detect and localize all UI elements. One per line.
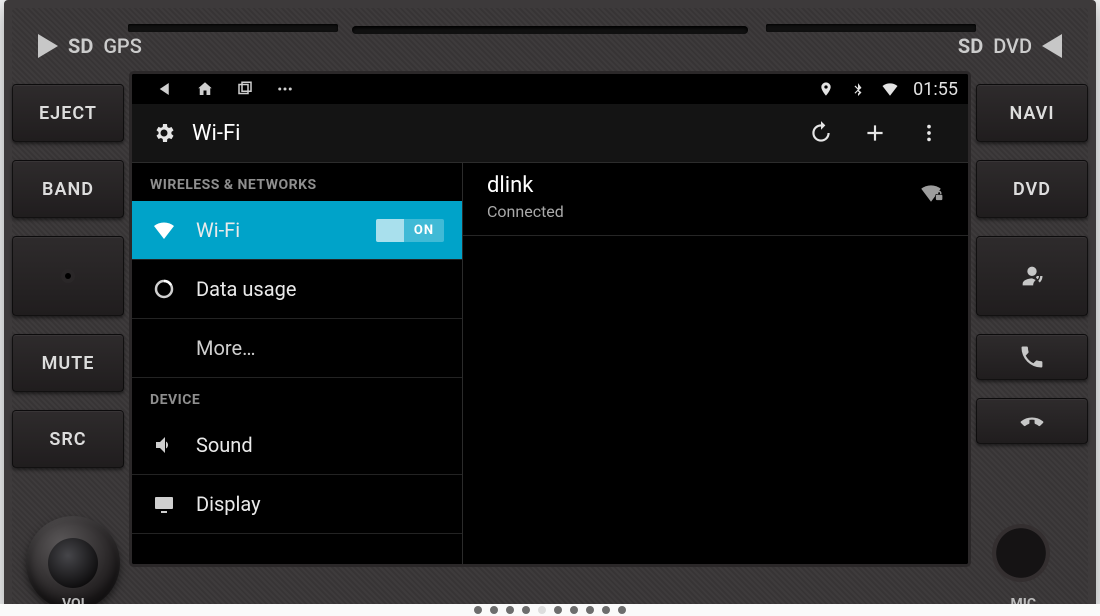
wifi-status-icon (881, 80, 899, 98)
wps-button[interactable] (802, 114, 840, 152)
phone-hangup-icon (1018, 407, 1046, 435)
settings-list-pane[interactable]: WIRELESS & NETWORKS Wi-Fi ON Data usage (132, 163, 463, 564)
android-screen: 01:55 Wi-Fi (132, 74, 968, 564)
overflow-menu-button[interactable] (910, 114, 948, 152)
left-button-column: EJECT BAND MUTE SRC (12, 84, 124, 468)
wifi-secure-icon (918, 179, 944, 205)
phone-pickup-icon (1018, 343, 1046, 371)
wifi-icon (150, 216, 178, 244)
network-status: Connected (487, 202, 944, 221)
sd-gps-label: SD GPS (38, 34, 142, 58)
phone-hangup-button[interactable] (976, 398, 1088, 444)
wifi-networks-pane[interactable]: dlink Connected (463, 163, 968, 564)
setting-row-wifi[interactable]: Wi-Fi ON (132, 201, 462, 260)
dvd-button[interactable]: DVD (976, 160, 1088, 218)
setting-label: Data usage (196, 277, 296, 301)
eject-button[interactable]: EJECT (12, 84, 124, 142)
menu-softkey[interactable] (276, 80, 294, 98)
network-ssid: dlink (487, 173, 944, 198)
disc-slot[interactable] (352, 26, 748, 34)
back-softkey[interactable] (156, 80, 174, 98)
network-row-dlink[interactable]: dlink Connected (463, 163, 968, 246)
head-unit: SD GPS SD DVD EJECT BAND MUTE SRC NAVI (4, 0, 1096, 616)
setting-label: Display (196, 492, 261, 516)
action-bar-title: Wi-Fi (192, 121, 240, 146)
reset-button[interactable] (12, 236, 124, 316)
wifi-toggle[interactable]: ON (376, 219, 444, 242)
sd-dvd-label: SD DVD (958, 34, 1062, 58)
setting-row-data-usage[interactable]: Data usage (132, 260, 462, 319)
setting-row-sound[interactable]: Sound (132, 416, 462, 475)
setting-label: Sound (196, 433, 253, 457)
recents-softkey[interactable] (236, 80, 254, 98)
section-wireless-header: WIRELESS & NETWORKS (132, 163, 462, 201)
home-softkey[interactable] (196, 80, 214, 98)
setting-row-more[interactable]: More… (132, 319, 462, 378)
data-usage-icon (150, 275, 178, 303)
voice-person-icon (1018, 262, 1046, 290)
add-network-button[interactable] (856, 114, 894, 152)
status-bar: 01:55 (132, 74, 968, 104)
phone-pickup-button[interactable] (976, 334, 1088, 380)
sd-arrow-icon (38, 34, 58, 58)
setting-label: More… (196, 336, 255, 360)
location-status-icon (817, 80, 835, 98)
navi-button[interactable]: NAVI (976, 84, 1088, 142)
right-button-column: NAVI DVD (976, 84, 1088, 444)
microphone-grill (992, 524, 1050, 582)
setting-row-display[interactable]: Display (132, 475, 462, 534)
top-strip: SD GPS SD DVD (32, 14, 1068, 68)
band-button[interactable]: BAND (12, 160, 124, 218)
setting-label: Wi-Fi (196, 218, 240, 242)
settings-gear-icon (152, 121, 176, 145)
sound-icon (150, 431, 178, 459)
sd-slot-left[interactable] (128, 24, 338, 32)
display-icon (150, 490, 178, 518)
sd-arrow-icon (1042, 34, 1062, 58)
bluetooth-status-icon (849, 80, 867, 98)
mute-button[interactable]: MUTE (12, 334, 124, 392)
src-button[interactable]: SRC (12, 410, 124, 468)
action-bar: Wi-Fi (132, 104, 968, 163)
voice-button[interactable] (976, 236, 1088, 316)
sd-slot-right[interactable] (766, 24, 976, 32)
section-device-header: DEVICE (132, 378, 462, 416)
status-time: 01:55 (913, 79, 958, 100)
carousel-dots (0, 604, 1100, 616)
settings-content: WIRELESS & NETWORKS Wi-Fi ON Data usage (132, 163, 968, 564)
